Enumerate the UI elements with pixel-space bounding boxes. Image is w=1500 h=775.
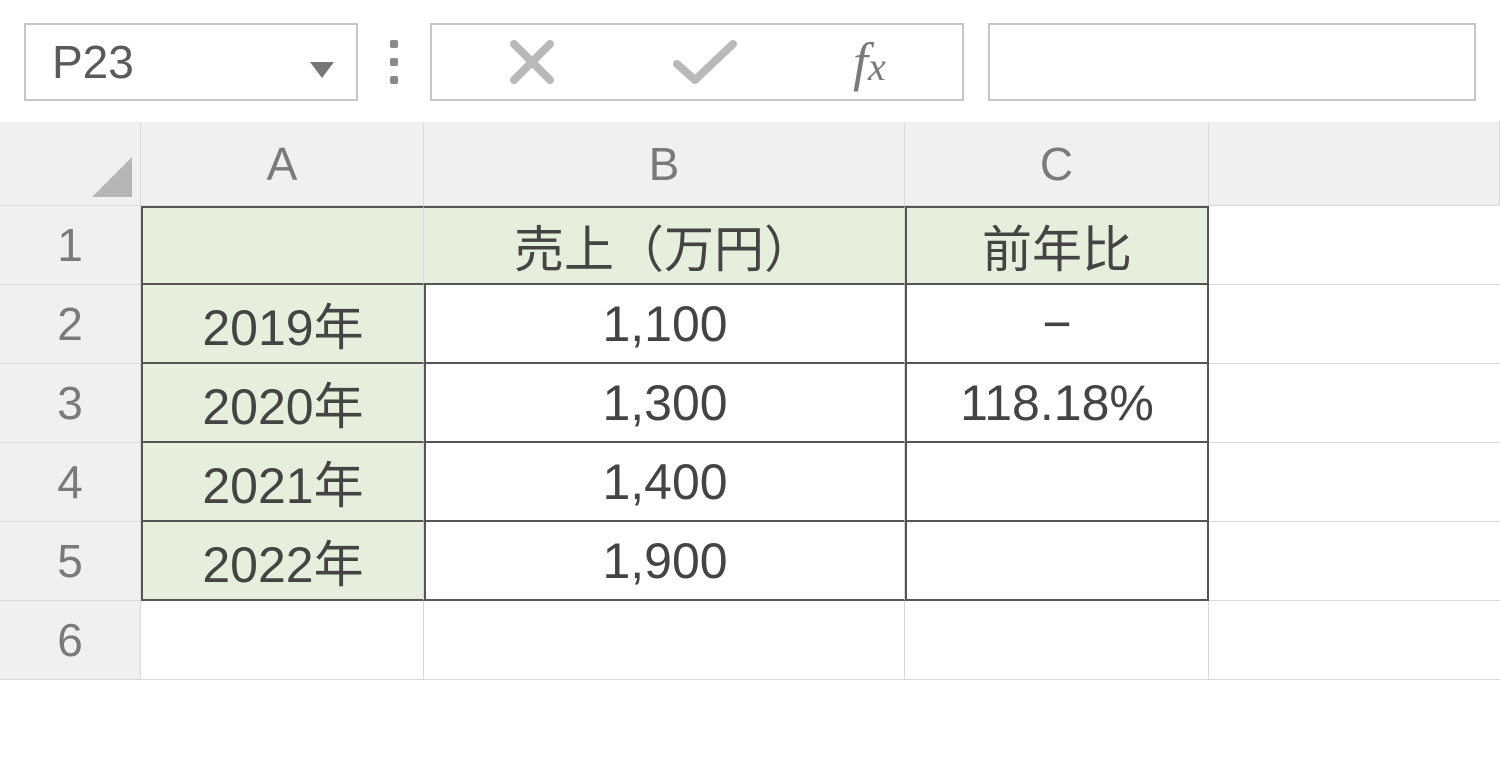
row-header-2[interactable]: 2 — [0, 285, 141, 364]
row-header-5[interactable]: 5 — [0, 522, 141, 601]
cell-A5[interactable]: 2022年 — [141, 522, 424, 601]
cell-C2[interactable]: − — [905, 285, 1209, 364]
row-header-3[interactable]: 3 — [0, 364, 141, 443]
col-header-C[interactable]: C — [905, 122, 1209, 206]
cell-B2[interactable]: 1,100 — [424, 285, 905, 364]
formula-bar-icons: fx — [430, 23, 964, 101]
fx-icon[interactable]: fx — [853, 31, 886, 93]
cell-D1[interactable] — [1209, 206, 1500, 285]
spreadsheet-grid: A B C 1 売上（万円） 前年比 2 2019年 1,100 − 3 202… — [0, 122, 1500, 680]
select-all-triangle[interactable] — [0, 122, 141, 206]
cell-A2[interactable]: 2019年 — [141, 285, 424, 364]
cell-A6[interactable] — [141, 601, 424, 680]
cell-A4[interactable]: 2021年 — [141, 443, 424, 522]
cell-A1[interactable] — [141, 206, 424, 285]
row-header-4[interactable]: 4 — [0, 443, 141, 522]
cell-B6[interactable] — [424, 601, 905, 680]
col-header-A[interactable]: A — [141, 122, 424, 206]
cell-D3[interactable] — [1209, 364, 1500, 443]
formula-bar-row: P23 fx — [0, 0, 1500, 122]
col-header-B[interactable]: B — [424, 122, 905, 206]
cell-D5[interactable] — [1209, 522, 1500, 601]
cell-B5[interactable]: 1,900 — [424, 522, 905, 601]
cell-B1[interactable]: 売上（万円） — [424, 206, 905, 285]
row-header-1[interactable]: 1 — [0, 206, 141, 285]
row-header-6[interactable]: 6 — [0, 601, 141, 680]
cell-D6[interactable] — [1209, 601, 1500, 680]
cancel-icon — [508, 38, 556, 86]
kebab-icon[interactable] — [382, 40, 406, 84]
enter-icon — [673, 38, 737, 86]
cell-B4[interactable]: 1,400 — [424, 443, 905, 522]
cell-C4[interactable] — [905, 443, 1209, 522]
cell-B3[interactable]: 1,300 — [424, 364, 905, 443]
cell-A3[interactable]: 2020年 — [141, 364, 424, 443]
col-header-empty[interactable] — [1209, 122, 1500, 206]
cell-C1[interactable]: 前年比 — [905, 206, 1209, 285]
cell-C3[interactable]: 118.18% — [905, 364, 1209, 443]
cell-D4[interactable] — [1209, 443, 1500, 522]
name-box-value: P23 — [52, 35, 134, 89]
cell-C6[interactable] — [905, 601, 1209, 680]
cell-D2[interactable] — [1209, 285, 1500, 364]
name-box[interactable]: P23 — [24, 23, 358, 101]
dropdown-icon[interactable] — [310, 35, 334, 89]
cell-C5[interactable] — [905, 522, 1209, 601]
formula-input[interactable] — [988, 23, 1476, 101]
